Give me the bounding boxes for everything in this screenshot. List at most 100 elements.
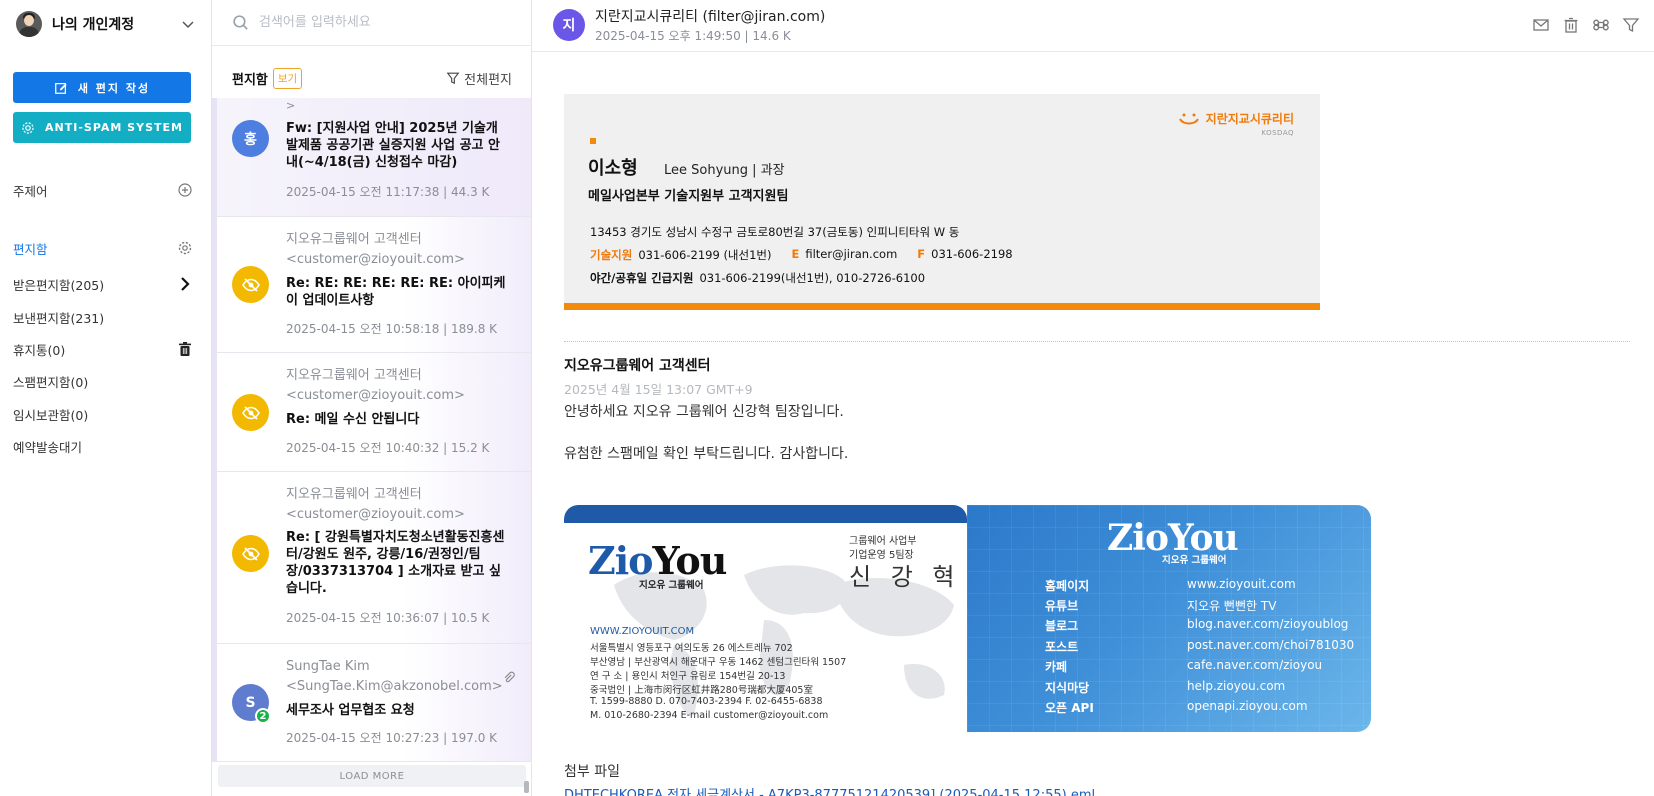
card-line: 중국법인 | 上海市闵行区虹井路280号瑞都大厦405室 — [590, 685, 813, 696]
orange-bar — [564, 303, 1320, 310]
signature-night: 야간/공휴일 긴급지원 031-606-2199(내선1번), 010-2726… — [590, 270, 925, 286]
reader-from: 지란지교시큐리티 (filter@jiran.com) — [595, 9, 826, 25]
mail-list-item[interactable]: 지오유그룹웨어 고객센터 <customer@zioyouit.com> Re:… — [212, 472, 531, 644]
mail-list-item[interactable]: S 2 SungTae Kim <SungTae.Kim@akzonobel.c… — [212, 644, 531, 762]
folder-label: 보낸편지함(231) — [13, 310, 105, 326]
card-line: 서울특별시 영등포구 여의도동 26 에스트레뉴 702 — [590, 643, 793, 654]
quote-divider — [564, 341, 1630, 342]
mail-meta: 2025-04-15 오전 10:58:18 | 189.8 K — [286, 322, 498, 336]
folder-label: 임시보관함(0) — [13, 407, 89, 423]
mail-reader: 지 지란지교시큐리티 (filter@jiran.com) 2025-04-15… — [532, 0, 1654, 796]
card-link-value: cafe.naver.com/zioyou — [1187, 658, 1323, 672]
list-scrollbar[interactable] — [524, 781, 529, 793]
mailbox-row: 편지함 — [13, 237, 193, 259]
load-more-button[interactable]: LOAD MORE — [218, 765, 526, 787]
mail-meta: 2025-04-15 오전 10:27:23 | 197.0 K — [286, 731, 498, 745]
compose-button[interactable]: 새 편지 작성 — [13, 72, 191, 103]
card-link-value: openapi.zioyou.com — [1187, 699, 1308, 713]
mail-subject: Re: 메일 수신 안됩니다 — [286, 412, 420, 427]
smile-logo-icon — [1178, 113, 1199, 124]
chevron-down-icon[interactable] — [180, 16, 196, 32]
quoted-body-line: 안녕하세요 지오유 그룹웨어 신강혁 팀장입니다. — [564, 404, 844, 420]
mail-subject: 세무조사 업무협조 요청 — [286, 703, 415, 718]
signature-english: Lee Sohyung | 과장 — [664, 163, 785, 178]
sender-initial: S — [245, 694, 256, 711]
card-link-key: 오픈 API — [1045, 701, 1094, 715]
mail-subject: Re: RE: RE: RE: RE: RE: 아이피케이 업데이트사항 — [286, 276, 506, 308]
mail-subject: Fw: [지원사업 안내] 2025년 기술개발제품 공공기관 실증지원 사업 … — [286, 121, 500, 170]
command-icon[interactable] — [1592, 16, 1610, 34]
card-link-value: blog.naver.com/zioyoublog — [1187, 617, 1349, 631]
account-switcher[interactable]: 나의 개인계정 — [16, 10, 196, 38]
mail-icon[interactable] — [1532, 16, 1550, 34]
count-badge: 2 — [255, 708, 271, 724]
chevron-right-icon[interactable] — [177, 276, 193, 292]
card-link-row: 유튜브 지오유 뻔뻔한 TV — [967, 597, 1371, 617]
mail-list-item[interactable]: > 홍 Fw: [지원사업 안내] 2025년 기술개발제품 공공기관 실증지원… — [212, 98, 531, 217]
folder-label: 스팸편지함(0) — [13, 374, 89, 390]
mail-subject: Re: [ 강원특별자치도청소년활동진흥센터/강원도 원주, 강릉/16/권정인… — [286, 530, 505, 596]
folder-label: 휴지통(0) — [13, 342, 66, 358]
folder-scheduled[interactable]: 예약발송대기 — [13, 435, 193, 457]
compose-label: 새 편지 작성 — [77, 81, 151, 95]
settings-gear-icon[interactable] — [177, 240, 193, 256]
tech-label: 기술지원 — [590, 248, 633, 262]
mail-list-item[interactable]: 지오유그룹웨어 고객센터 <customer@zioyouit.com> Re:… — [212, 217, 531, 353]
left-sidebar: 나의 개인계정 새 편지 작성 ANTI-SPAM SYSTEM 주제어 편지함… — [0, 0, 212, 796]
search-icon — [233, 15, 248, 30]
card-link-key: 포스트 — [1045, 640, 1079, 654]
business-card-front: ZioYou 지오유 그룹웨어 그룹웨어 사업부 기업운영 5팀장 신 강 혁 … — [564, 505, 967, 732]
subjects-label[interactable]: 주제어 — [13, 181, 48, 200]
signature-card: 지란지교시큐리티 KOSDAQ 이소형 Lee Sohyung | 과장 메일사… — [564, 94, 1320, 310]
antispam-button[interactable]: ANTI-SPAM SYSTEM — [13, 112, 191, 143]
quoted-date: 2025년 4월 15일 13:07 GMT+9 — [564, 382, 753, 397]
card-link-value: www.zioyouit.com — [1187, 577, 1296, 591]
email-value[interactable]: filter@jiran.com — [805, 247, 897, 263]
card-link-row: 블로그 blog.naver.com/zioyoublog — [967, 617, 1371, 637]
trash-icon[interactable] — [177, 341, 193, 357]
add-circle-icon[interactable] — [177, 182, 193, 198]
filter-dropdown[interactable]: 전체편지 — [446, 69, 512, 88]
folder-label: 예약발송대기 — [13, 439, 83, 455]
card-line: T. 1599-8880 D. 070-7403-2394 F. 02-6455… — [590, 696, 823, 707]
mail-from: 지오유그룹웨어 고객센터 <customer@zioyouit.com> — [286, 487, 465, 522]
night-value: 031-606-2199(내선1번), 010-2726-6100 — [699, 271, 926, 285]
quoted-body-line: 유첨한 스팸메일 확인 부탁드립니다. 감사합니다. — [564, 446, 849, 462]
trash-icon[interactable] — [1562, 16, 1580, 34]
filter-label: 전체편지 — [464, 72, 512, 88]
folder-trash[interactable]: 휴지통(0) — [13, 338, 193, 360]
attachment-link[interactable]: DHTECHKOREA 전자 세금계산서 - A7KP3-87775121420… — [564, 784, 1095, 796]
folder-sent[interactable]: 보낸편지함(231) — [13, 306, 193, 328]
folder-drafts[interactable]: 임시보관함(0) — [13, 403, 193, 425]
hidden-eye-icon — [241, 546, 260, 561]
fax-label: F — [917, 247, 926, 261]
tech-value: 031-606-2199 (내선1번) — [638, 248, 772, 262]
mail-meta: 2025-04-15 오전 10:36:07 | 10.5 K — [286, 611, 490, 625]
card-link-row: 오픈 API openapi.zioyou.com — [967, 699, 1371, 719]
reader-toolbar — [1532, 16, 1640, 34]
signature-dept: 메일사업본부 기술지원부 고객지원팀 — [588, 189, 789, 204]
card-link-value: 지오유 뻔뻔한 TV — [1187, 599, 1277, 613]
mail-list-panel: 편지함 보기 전체편지 > 홍 Fw: [지원사업 안내] 2025년 기술개발… — [212, 0, 532, 796]
quoted-from: 지오유그룹웨어 고객센터 — [564, 358, 711, 374]
signature-name: 이소형 — [588, 158, 638, 179]
mail-meta: 2025-04-15 오전 11:17:38 | 44.3 K — [286, 185, 490, 199]
spam-filter-icon[interactable] — [1622, 16, 1640, 34]
view-badge[interactable]: 보기 — [272, 67, 303, 89]
logo-subtitle: 지오유 그룹웨어 — [639, 580, 704, 591]
mail-from: 지오유그룹웨어 고객센터 <customer@zioyouit.com> — [286, 232, 465, 267]
card-url: WWW.ZIOYOUIT.COM — [590, 626, 695, 637]
mail-list-item[interactable]: 지오유그룹웨어 고객센터 <customer@zioyouit.com> Re:… — [212, 353, 531, 472]
mailbox-label[interactable]: 편지함 — [13, 239, 48, 258]
card-link-row: 지식마당 help.zioyou.com — [967, 679, 1371, 699]
folder-spam[interactable]: 스팸편지함(0) — [13, 370, 193, 392]
card-link-value: post.naver.com/choi781030 — [1187, 638, 1355, 652]
brand-name: 지란지교시큐리티 — [1205, 112, 1294, 126]
compose-icon — [54, 82, 67, 94]
card-line: 연 구 소 | 용인시 처인구 유림로 154번길 20-13 — [590, 671, 786, 682]
subjects-row: 주제어 — [13, 179, 193, 201]
folder-inbox[interactable]: 받은편지함(205) — [13, 273, 193, 295]
reader-header: 지 지란지교시큐리티 (filter@jiran.com) 2025-04-15… — [532, 0, 1654, 52]
mail-from: 지오유그룹웨어 고객센터 <customer@zioyouit.com> — [286, 368, 465, 403]
search-input[interactable] — [259, 15, 519, 30]
